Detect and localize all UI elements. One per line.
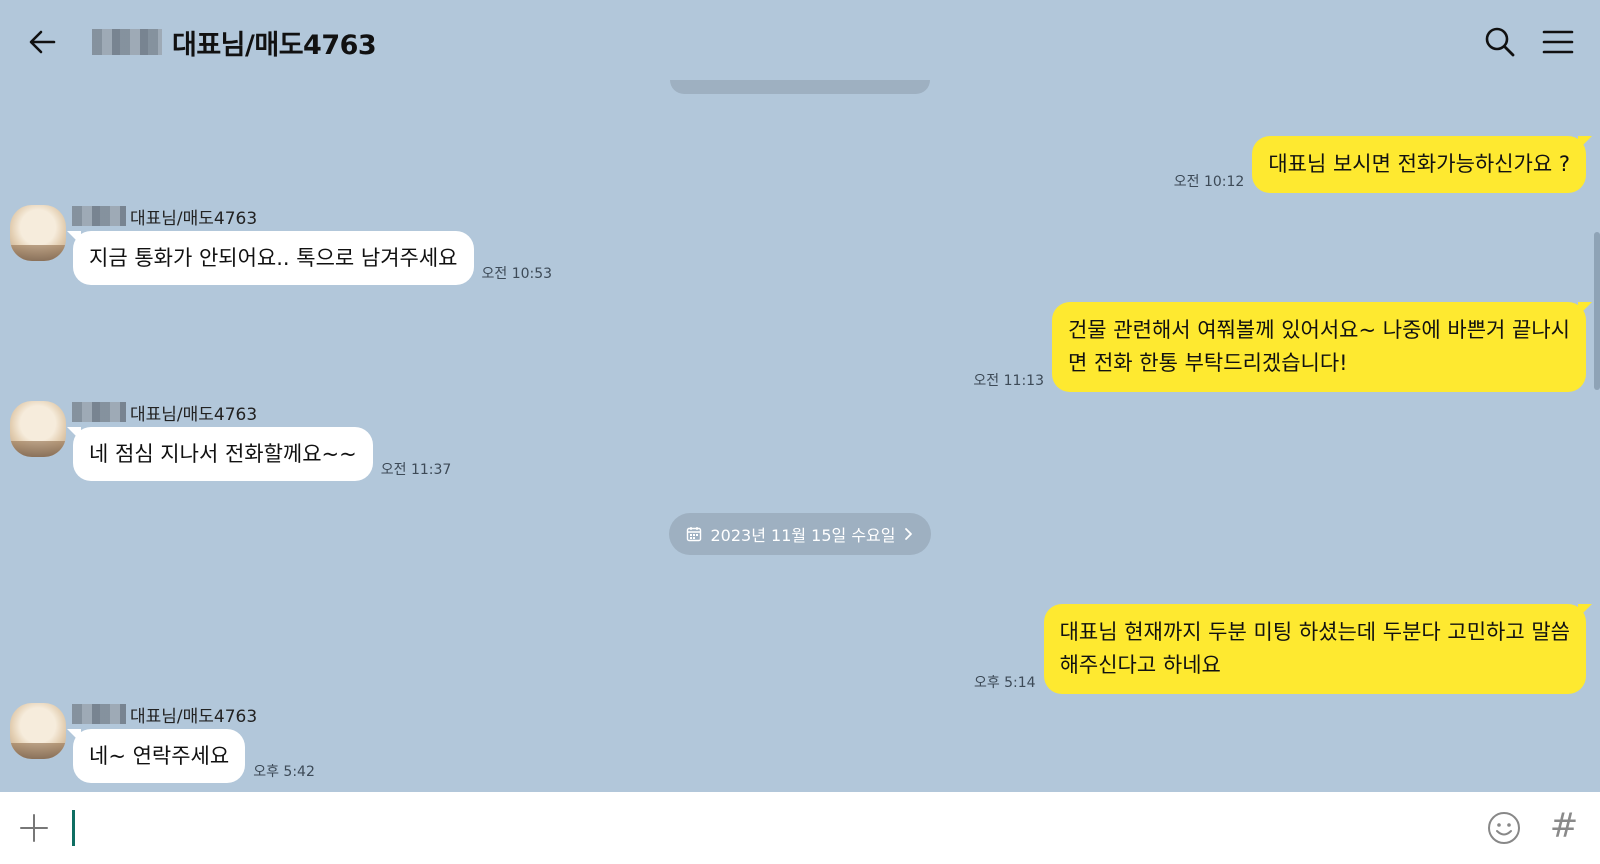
date-divider-text: 2023년 11월 15일 수요일 — [710, 526, 896, 545]
hamburger-menu-icon[interactable] — [1540, 24, 1576, 60]
other-message-bubble[interactable]: 지금 통화가 안되어요.. 톡으로 남겨주세요 — [73, 231, 474, 285]
message-text-line: 대표님 현재까지 두분 미팅 하셨는데 두분다 고민하고 말씀 — [1059, 620, 1570, 644]
message-text: 대표님 보시면 전화가능하신가요 ? — [1268, 152, 1570, 176]
plus-icon[interactable] — [18, 812, 50, 844]
chat-title-area: 대표님/매도4763 — [92, 22, 377, 62]
calendar-icon — [687, 527, 702, 542]
message-time: 오후 5:42 — [253, 764, 315, 780]
chat-title: 대표님/매도4763 — [172, 29, 377, 61]
message-text-line: 건물 관련해서 여쭤볼께 있어서요~ 나중에 바쁜거 끝나시 — [1067, 318, 1570, 342]
message-text: 네 점심 지나서 전화할께요~~ — [89, 442, 357, 466]
chat-header: 대표님/매도4763 — [0, 0, 1600, 84]
message-text: 지금 통화가 안되어요.. 톡으로 남겨주세요 — [89, 246, 458, 270]
redacted-name-block — [72, 402, 126, 422]
avatar[interactable] — [10, 401, 66, 457]
avatar[interactable] — [10, 703, 66, 759]
emoji-icon[interactable] — [1486, 810, 1522, 846]
message-row: 네 점심 지나서 전화할께요~~ 오전 11:37 — [73, 427, 451, 481]
message-time: 오전 10:12 — [1173, 174, 1245, 190]
message-time: 오전 11:37 — [380, 462, 452, 478]
my-message-bubble[interactable]: 대표님 보시면 전화가능하신가요 ? — [1252, 136, 1586, 193]
my-message-bubble[interactable]: 대표님 현재까지 두분 미팅 하셨는데 두분다 고민하고 말씀 해주신다고 하네… — [1043, 604, 1586, 694]
sender-label: 대표님/매도4763 — [72, 205, 258, 229]
hashtag-search-button[interactable]: # — [1548, 806, 1580, 846]
message-time: 오후 5:14 — [973, 675, 1036, 691]
redacted-name-block — [72, 206, 126, 226]
sender-name: 대표님/매도4763 — [130, 404, 258, 425]
other-message-bubble[interactable]: 네 점심 지나서 전화할께요~~ — [73, 427, 373, 481]
other-message-bubble[interactable]: 네~ 연락주세요 — [73, 729, 246, 783]
message-text: 네~ 연락주세요 — [89, 744, 230, 768]
sender-label: 대표님/매도4763 — [72, 703, 258, 727]
redacted-name-block — [92, 29, 162, 55]
back-arrow-icon[interactable] — [24, 24, 60, 60]
message-input[interactable] — [72, 808, 1432, 848]
date-divider-pill[interactable]: 2023년 11월 15일 수요일 — [669, 513, 931, 555]
message-row: 지금 통화가 안되어요.. 톡으로 남겨주세요 오전 10:53 — [73, 231, 552, 285]
sender-name: 대표님/매도4763 — [130, 706, 258, 727]
text-cursor — [72, 810, 75, 846]
chevron-right-icon — [904, 528, 912, 540]
message-input-bar: # — [0, 792, 1600, 864]
sender-name: 대표님/매도4763 — [130, 208, 258, 229]
message-time: 오전 10:53 — [481, 266, 553, 282]
message-text-line: 면 전화 한통 부탁드리겠습니다! — [1067, 351, 1348, 375]
message-row: 네~ 연락주세요 오후 5:42 — [73, 729, 315, 783]
collapsed-notice-tab[interactable] — [670, 80, 930, 94]
avatar[interactable] — [10, 205, 66, 261]
my-message: 오후 5:14 대표님 현재까지 두분 미팅 하셨는데 두분다 고민하고 말씀 … — [974, 604, 1586, 694]
search-icon[interactable] — [1482, 24, 1518, 60]
my-message: 오전 11:13 건물 관련해서 여쭤볼께 있어서요~ 나중에 바쁜거 끝나시 … — [973, 302, 1586, 392]
sender-label: 대표님/매도4763 — [72, 401, 258, 425]
my-message-bubble[interactable]: 건물 관련해서 여쭤볼께 있어서요~ 나중에 바쁜거 끝나시 면 전화 한통 부… — [1051, 302, 1586, 392]
message-time: 오전 11:13 — [973, 373, 1044, 389]
scrollbar-thumb[interactable] — [1594, 232, 1600, 390]
message-text-line: 해주신다고 하네요 — [1059, 653, 1221, 677]
redacted-name-block — [72, 704, 126, 724]
my-message: 오전 10:12 대표님 보시면 전화가능하신가요 ? — [1174, 136, 1586, 193]
